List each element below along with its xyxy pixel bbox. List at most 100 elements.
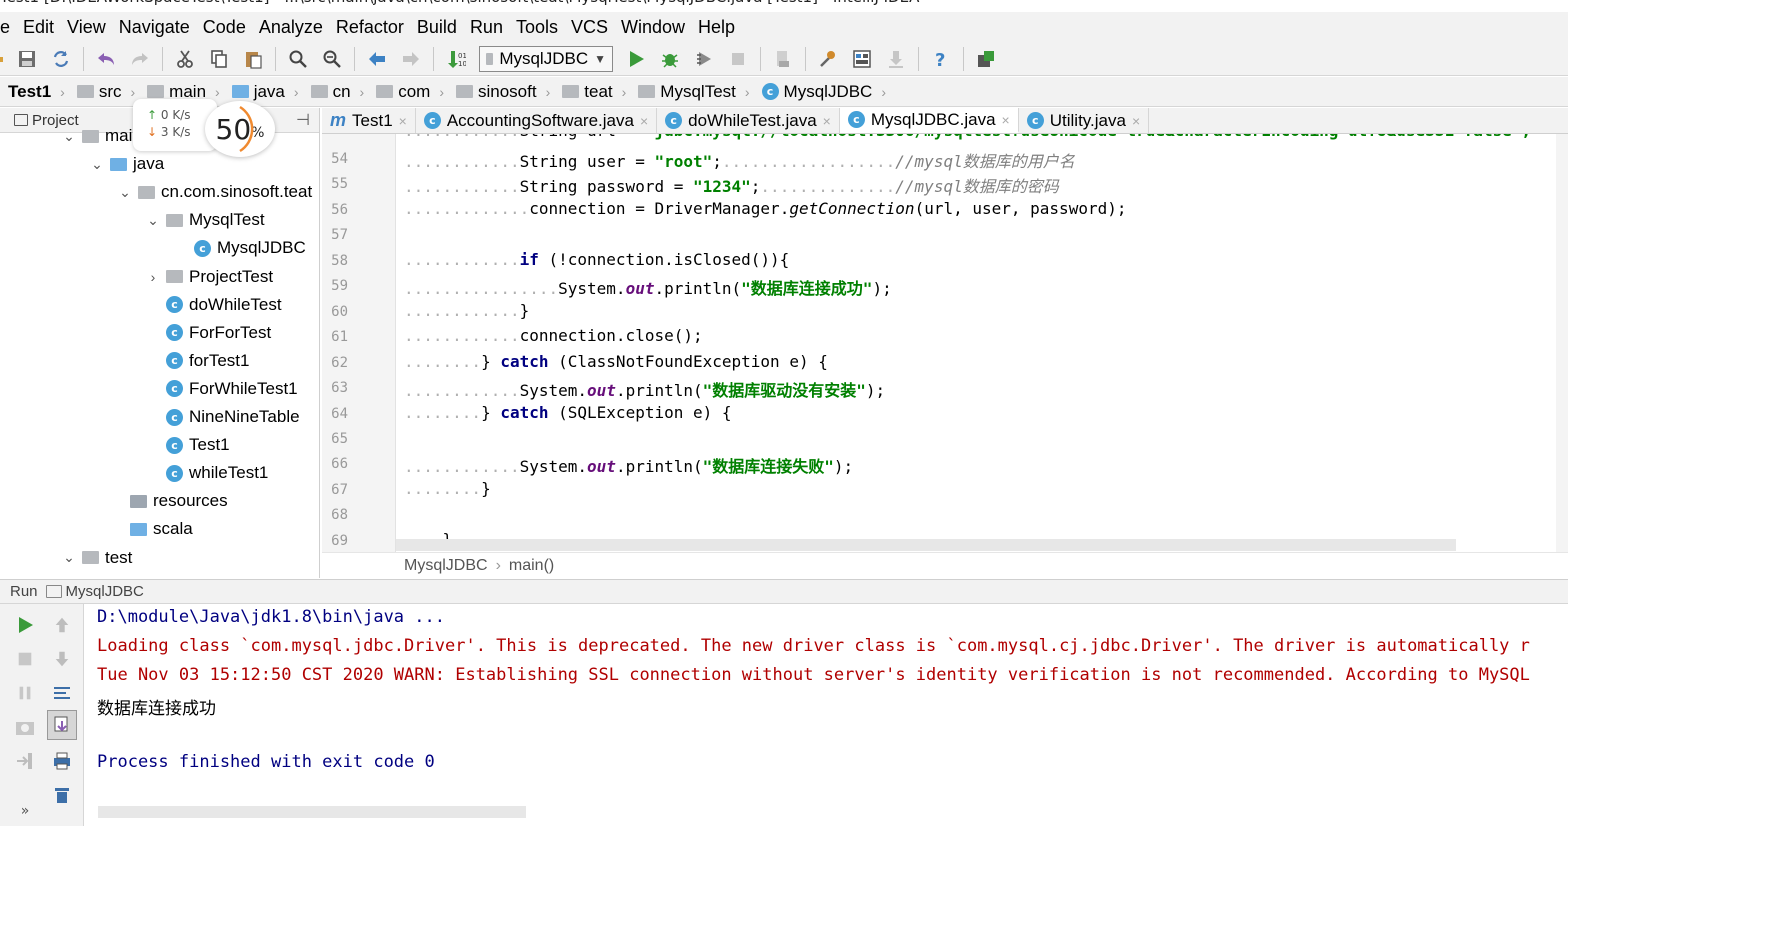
editor-vertical-scrollbar[interactable] [1556,134,1568,552]
save-icon[interactable] [12,44,42,74]
breadcrumb-item[interactable]: c MysqlJDBC › [754,77,890,106]
trash-icon[interactable] [47,780,77,810]
code-editor[interactable]: ............String url = "jdbc:mysql://l… [396,134,1556,552]
editor-crumb-method[interactable]: main() [509,557,554,575]
breadcrumb-item[interactable]: MysqlTest › [630,77,753,106]
editor-tab[interactable]: c MysqlJDBC.java × [839,108,1019,133]
replace-icon[interactable] [317,44,347,74]
console-horizontal-scrollbar[interactable] [98,806,526,818]
chevron-down-icon[interactable]: ⌄ [146,212,160,229]
run-console[interactable]: D:\module\Java\jdk1.8\bin\java ... Loadin… [86,604,1568,826]
tree-item[interactable]: c doWhileTest [146,291,282,319]
tree-item[interactable]: ⌄ MysqlTest [146,206,264,234]
scroll-to-end-icon[interactable] [47,710,77,740]
scroll-down-icon[interactable] [47,644,77,674]
tree-item[interactable]: c whileTest1 [146,459,268,487]
tree-item[interactable]: c NineNineTable [146,403,300,431]
paste-icon[interactable] [238,44,268,74]
menu-item-8[interactable]: Run [464,17,510,38]
tree-item[interactable]: c forTest1 [146,347,249,375]
project-panel-header[interactable]: Project ⊣ [0,108,319,133]
run-config-name[interactable]: MysqlJDBC [66,583,144,600]
editor-tab[interactable]: m Test1 × [322,108,416,133]
tree-item[interactable]: scala [110,515,193,543]
breadcrumb-item[interactable]: main › [139,77,224,106]
menu-item-6[interactable]: Refactor [330,17,411,38]
run-label[interactable]: Run [10,583,38,600]
editor-tab[interactable]: c doWhileTest.java × [657,108,840,133]
camera-icon[interactable] [10,712,40,742]
scroll-up-icon[interactable] [47,610,77,640]
cut-icon[interactable] [170,44,200,74]
tree-item[interactable]: ⌄ mai [62,122,132,150]
stop-icon[interactable] [723,44,753,74]
build-icon[interactable]: 01 10 [441,44,471,74]
breadcrumb-item[interactable]: com › [368,77,448,106]
more-icon[interactable]: » [10,796,40,826]
close-icon[interactable]: × [823,113,831,129]
stop-run-icon[interactable] [10,644,40,674]
hide-panel-icon[interactable]: ⊣ [296,110,310,130]
close-icon[interactable]: × [1132,113,1140,129]
editor-horizontal-scrollbar[interactable] [396,539,1456,551]
breadcrumb-item[interactable]: cn › [303,77,369,106]
back-icon[interactable] [362,44,392,74]
chevron-down-icon[interactable]: ⌄ [62,549,76,566]
undo-icon[interactable] [91,44,121,74]
tree-item[interactable]: ⌄ java [90,150,164,178]
menu-item-2[interactable]: View [61,17,113,38]
tree-item[interactable]: › ProjectTest [146,263,273,291]
redo-icon[interactable] [125,44,155,74]
settings-icon[interactable] [813,44,843,74]
breadcrumb-item[interactable]: src › [69,77,139,106]
editor-tab[interactable]: c Utility.java × [1019,108,1150,133]
menu-item-3[interactable]: Navigate [113,17,197,38]
copy-icon[interactable] [204,44,234,74]
menu-item-10[interactable]: VCS [565,17,615,38]
project-structure-icon[interactable] [847,44,877,74]
menu-item-12[interactable]: Help [692,17,742,38]
pause-icon[interactable] [10,678,40,708]
find-icon[interactable] [283,44,313,74]
tree-item[interactable]: c ForWhileTest1 [146,375,298,403]
open-icon[interactable] [0,44,10,74]
soft-wrap-icon[interactable] [47,678,77,708]
tree-item[interactable]: c MysqlJDBC [174,234,306,263]
chevron-down-icon[interactable]: ⌄ [90,156,104,173]
breadcrumb-item[interactable]: teat › [554,77,630,106]
menu-item-11[interactable]: Window [615,17,692,38]
coverage-icon[interactable] [689,44,719,74]
run-icon[interactable] [621,44,651,74]
rerun-icon[interactable] [10,610,40,640]
sync-icon[interactable] [46,44,76,74]
breadcrumb-item[interactable]: sinosoft › [448,77,554,106]
tree-item[interactable]: ⌄ cn.com.sinosoft.teat [118,178,312,206]
chevron-right-icon[interactable]: › [146,269,160,285]
editor-crumb-class[interactable]: MysqlJDBC [404,557,488,575]
editor-tab[interactable]: c AccountingSoftware.java × [416,108,658,133]
chevron-down-icon[interactable]: ⌄ [118,184,132,201]
breadcrumb-item[interactable]: java › [224,77,303,106]
menu-item-1[interactable]: Edit [17,17,61,38]
help-icon[interactable]: ? [926,44,956,74]
tree-item[interactable]: c Test1 [146,431,230,459]
menu-item-4[interactable]: Code [197,17,253,38]
tree-item[interactable]: resources [110,487,228,515]
run-config-select[interactable]: MysqlJDBC ▼ [479,45,613,72]
attach-icon[interactable] [768,44,798,74]
plugin-icon[interactable] [971,44,1001,74]
forward-icon[interactable] [396,44,426,74]
menu-item-9[interactable]: Tools [510,17,565,38]
close-icon[interactable]: × [399,113,407,129]
menu-item-5[interactable]: Analyze [253,17,330,38]
menu-item-7[interactable]: Build [411,17,464,38]
close-icon[interactable]: × [1002,112,1010,128]
close-icon[interactable]: × [640,113,648,129]
breadcrumb-item[interactable]: Test1 › [0,77,69,106]
tree-item[interactable]: ⌄ test [62,544,132,572]
download-icon[interactable] [881,44,911,74]
print-icon[interactable] [47,746,77,776]
chevron-down-icon[interactable]: ⌄ [62,128,76,145]
debug-icon[interactable] [655,44,685,74]
menu-item-0[interactable]: e [0,17,17,38]
